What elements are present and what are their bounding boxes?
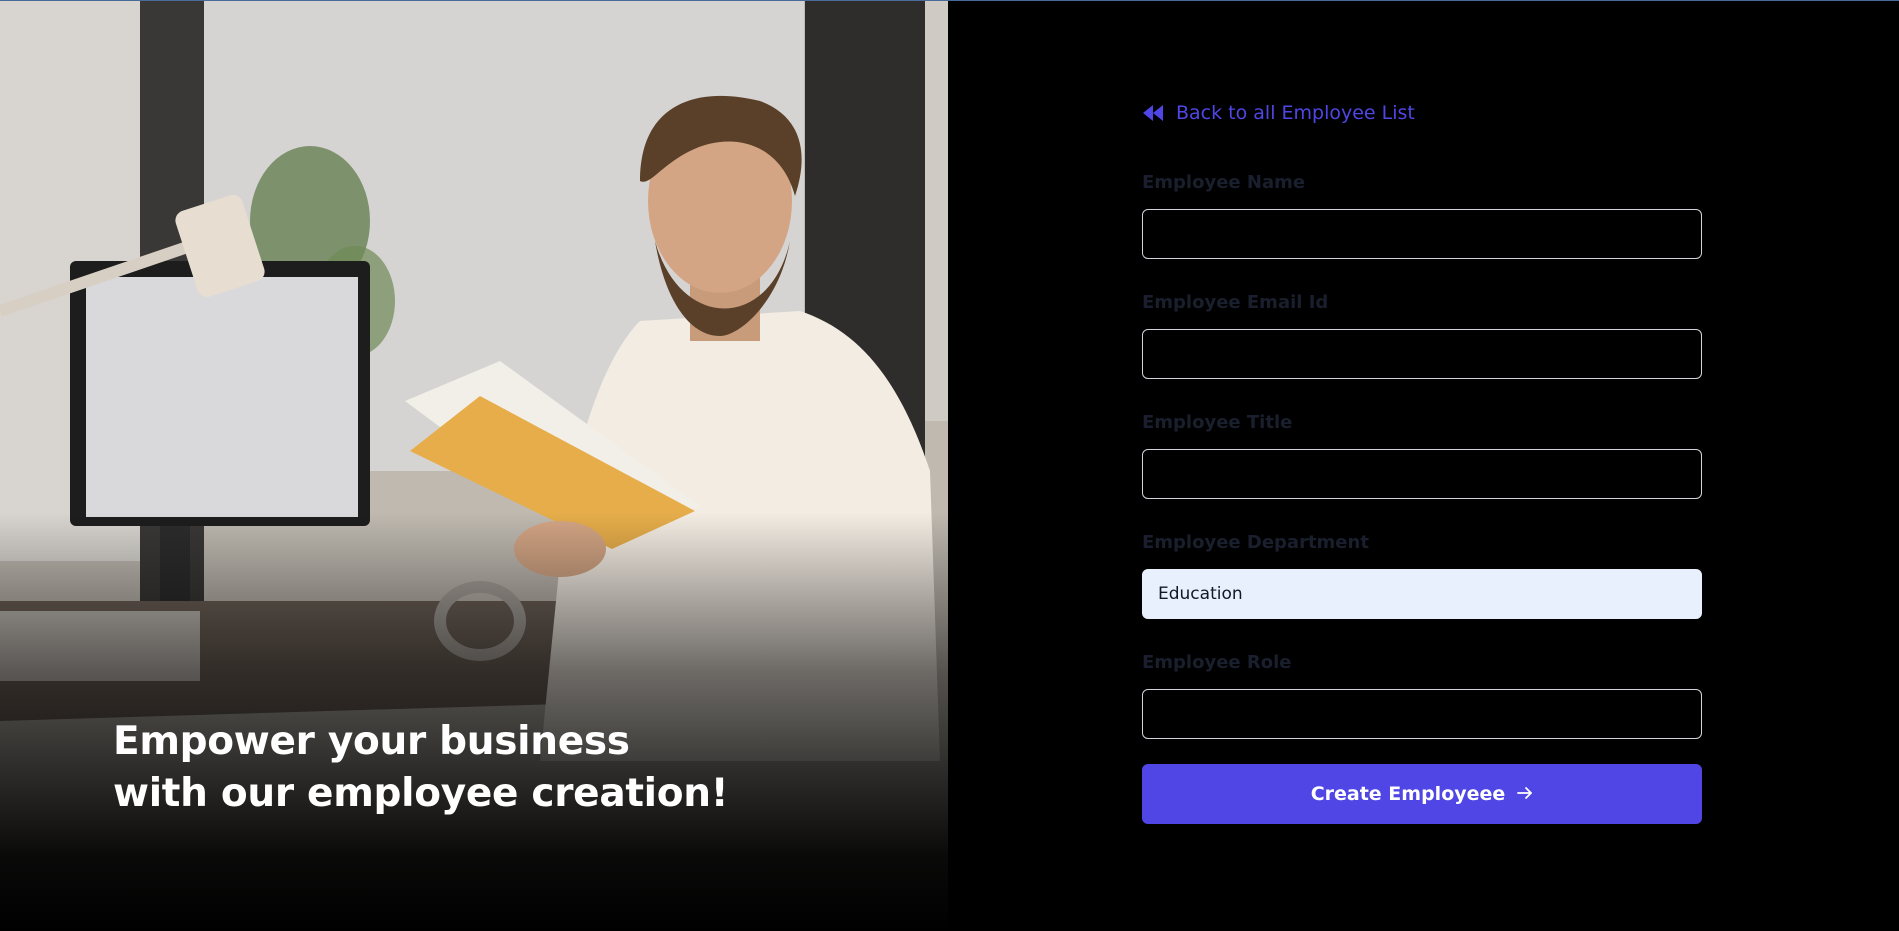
employee-email-input[interactable] xyxy=(1142,329,1702,379)
hero-headline: Empower your business with our employee … xyxy=(113,716,729,820)
page: Empower your business with our employee … xyxy=(0,0,1899,931)
employee-name-input[interactable] xyxy=(1142,209,1702,259)
employee-form: Back to all Employee List Employee Name … xyxy=(1142,98,1702,824)
hero-panel: Empower your business with our employee … xyxy=(0,1,948,931)
create-employee-button[interactable]: Create Employeee xyxy=(1142,764,1702,824)
employee-email-label: Employee Email Id xyxy=(1142,292,1329,313)
back-link-label: Back to all Employee List xyxy=(1176,102,1415,124)
employee-role-input[interactable] xyxy=(1142,689,1702,739)
form-panel: Back to all Employee List Employee Name … xyxy=(948,1,1899,931)
arrow-right-icon xyxy=(1517,783,1533,805)
employee-role-field: Employee Role xyxy=(1142,649,1702,739)
employee-department-field: Employee Department xyxy=(1142,529,1702,619)
employee-title-field: Employee Title xyxy=(1142,409,1702,499)
employee-name-label: Employee Name xyxy=(1142,172,1306,193)
double-chevron-left-icon xyxy=(1142,104,1164,122)
hero-headline-line-1: Empower your business xyxy=(113,719,630,764)
employee-role-label: Employee Role xyxy=(1142,652,1292,673)
employee-email-field: Employee Email Id xyxy=(1142,289,1702,379)
employee-title-input[interactable] xyxy=(1142,449,1702,499)
create-employee-label: Create Employeee xyxy=(1310,783,1506,805)
employee-name-field: Employee Name xyxy=(1142,169,1702,259)
employee-department-input[interactable] xyxy=(1142,569,1702,619)
hero-headline-line-2: with our employee creation! xyxy=(113,771,729,816)
back-to-employee-list-link[interactable]: Back to all Employee List xyxy=(1142,98,1702,128)
employee-department-label: Employee Department xyxy=(1142,532,1369,553)
employee-title-label: Employee Title xyxy=(1142,412,1293,433)
